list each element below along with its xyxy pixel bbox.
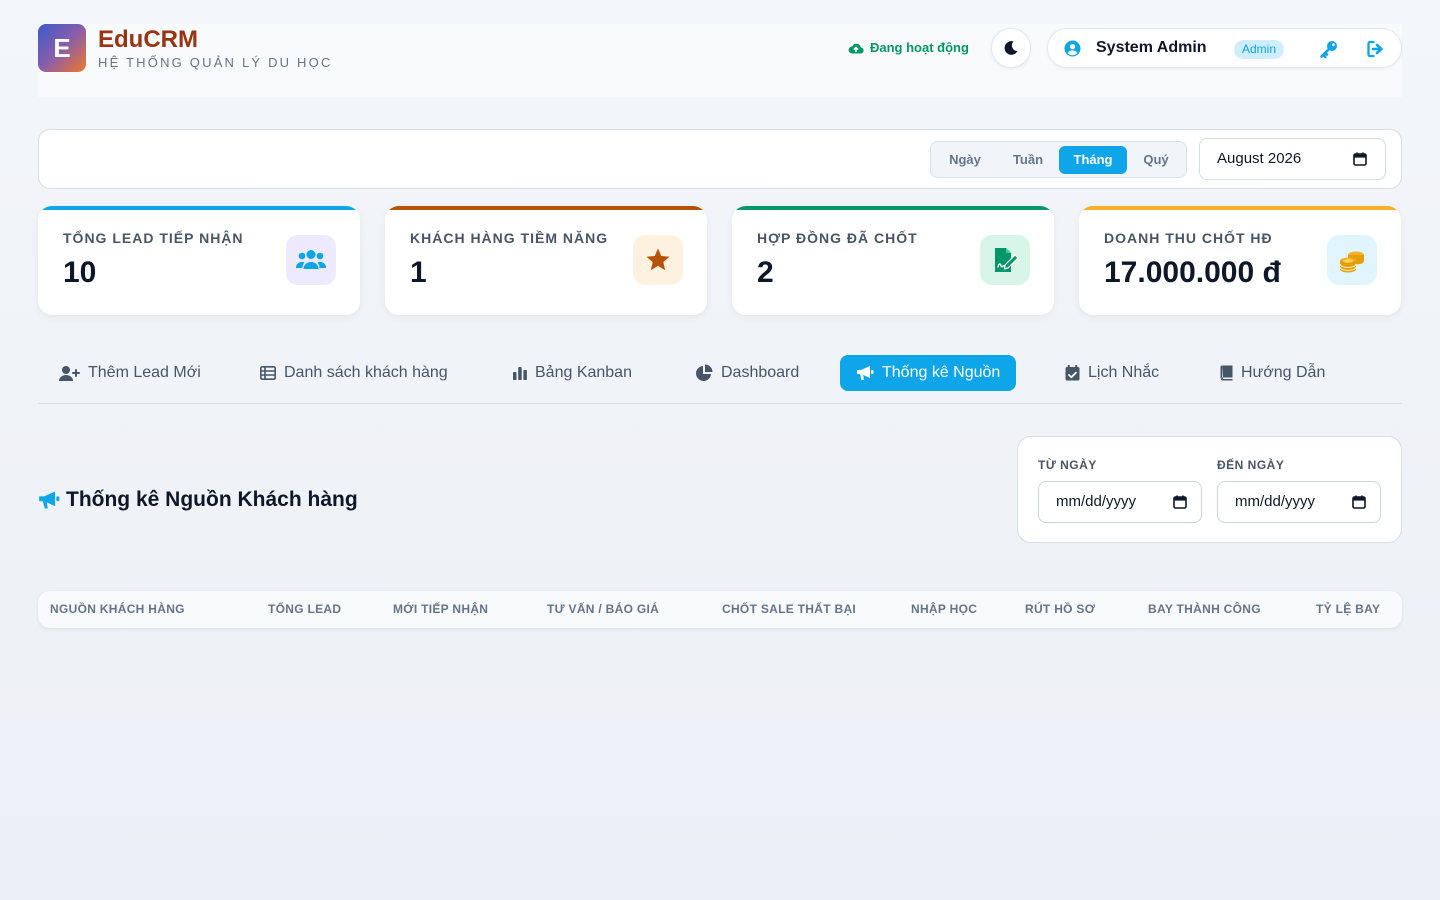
- stat-value: 2: [757, 256, 774, 289]
- filter-bar: Ngày Tuần Tháng Quý August 2026: [38, 129, 1402, 189]
- calendar-icon[interactable]: [1352, 495, 1366, 509]
- book-icon: [1220, 365, 1233, 381]
- tab-label: Thêm Lead Mới: [88, 364, 201, 381]
- tab-label: Danh sách khách hàng: [284, 364, 448, 381]
- card-accent-bar: [732, 206, 1054, 210]
- calendar-check-icon: [1065, 365, 1080, 381]
- change-password-button[interactable]: [1319, 39, 1339, 64]
- from-date-placeholder: mm/dd/yyyy: [1056, 493, 1137, 510]
- moon-icon: [1004, 41, 1018, 55]
- card-accent-bar: [1079, 206, 1401, 210]
- brand-name: EduCRM: [98, 26, 198, 53]
- megaphone-icon: [857, 366, 874, 380]
- tab-kanban[interactable]: Bảng Kanban: [497, 355, 648, 391]
- stat-label: TỔNG LEAD TIẾP NHẬN: [63, 230, 244, 246]
- logo-letter: E: [53, 32, 71, 63]
- stat-card-total-leads: TỔNG LEAD TIẾP NHẬN 10: [38, 206, 360, 315]
- date-range-filter: TỪ NGÀY ĐẾN NGÀY mm/dd/yyyy mm/dd/yyyy: [1017, 436, 1402, 543]
- coins-icon: [1327, 235, 1377, 285]
- stat-value: 10: [63, 256, 97, 289]
- logout-icon: [1367, 40, 1383, 58]
- table-list-icon: [260, 366, 276, 380]
- to-date-input[interactable]: mm/dd/yyyy: [1217, 481, 1381, 523]
- period-day-button[interactable]: Ngày: [941, 146, 989, 174]
- bar-chart-icon: [513, 367, 527, 380]
- tab-label: Bảng Kanban: [535, 364, 632, 381]
- section-title-text: Thống kê Nguồn Khách hàng: [66, 488, 358, 511]
- tab-add-lead[interactable]: Thêm Lead Mới: [43, 355, 217, 391]
- stat-label: DOANH THU CHỐT HĐ: [1104, 230, 1273, 246]
- period-quarter-button[interactable]: Quý: [1131, 146, 1181, 174]
- tab-label: Dashboard: [721, 364, 800, 381]
- to-date-label: ĐẾN NGÀY: [1217, 458, 1285, 472]
- key-icon: [1320, 41, 1337, 59]
- user-menu[interactable]: System Admin Admin: [1047, 28, 1402, 68]
- period-selector: Ngày Tuần Tháng Quý: [930, 141, 1187, 178]
- tab-source-stats[interactable]: Thống kê Nguồn: [840, 355, 1017, 391]
- stat-value: 17.000.000 đ: [1104, 256, 1281, 289]
- column-header[interactable]: TỶ LỆ BAY: [1316, 602, 1380, 616]
- month-picker[interactable]: August 2026: [1199, 138, 1386, 180]
- tab-dashboard[interactable]: Dashboard: [679, 355, 815, 391]
- stat-card-revenue: DOANH THU CHỐT HĐ 17.000.000 đ: [1079, 206, 1401, 315]
- period-month-button[interactable]: Tháng: [1059, 146, 1127, 174]
- tab-label: Lịch Nhắc: [1088, 364, 1160, 381]
- column-header[interactable]: NHẬP HỌC: [911, 602, 977, 616]
- user-name: System Admin: [1096, 39, 1207, 56]
- signed-contract-icon: [980, 235, 1030, 285]
- user-plus-icon: [59, 365, 80, 381]
- stat-card-closed-contracts: HỢP ĐỒNG ĐÃ CHỐT 2: [732, 206, 1054, 315]
- tab-guide[interactable]: Hướng Dẫn: [1204, 355, 1341, 391]
- connection-status: Đang hoạt động: [848, 40, 969, 55]
- column-header[interactable]: MỚI TIẾP NHẬN: [393, 602, 488, 616]
- app-header: E EduCRM HỆ THỐNG QUẢN LÝ DU HỌC Đang ho…: [38, 24, 1402, 97]
- calendar-icon[interactable]: [1173, 495, 1187, 509]
- tab-reminders[interactable]: Lịch Nhắc: [1049, 355, 1175, 391]
- source-stats-table: NGUỒN KHÁCH HÀNG TỔNG LEAD MỚI TIẾP NHẬN…: [38, 591, 1402, 628]
- stat-label: KHÁCH HÀNG TIỀM NĂNG: [410, 230, 609, 246]
- column-header[interactable]: BAY THÀNH CÔNG: [1148, 602, 1261, 616]
- app-logo: E: [38, 24, 86, 72]
- stat-value: 1: [410, 256, 427, 289]
- column-header[interactable]: TƯ VẤN / BÁO GIÁ: [547, 602, 659, 616]
- users-icon: [286, 235, 336, 285]
- tab-label: Thống kê Nguồn: [882, 364, 1001, 381]
- status-text: Đang hoạt động: [870, 40, 969, 55]
- brand-subtitle: HỆ THỐNG QUẢN LÝ DU HỌC: [98, 55, 333, 70]
- role-badge: Admin: [1234, 40, 1285, 59]
- tab-customer-list[interactable]: Danh sách khách hàng: [244, 355, 464, 391]
- calendar-icon[interactable]: [1353, 152, 1367, 166]
- megaphone-icon: [39, 491, 60, 509]
- card-accent-bar: [38, 206, 360, 210]
- pie-chart-icon: [696, 364, 713, 381]
- column-header[interactable]: CHỐT SALE THẤT BẠI: [722, 602, 856, 616]
- stat-card-potential-customers: KHÁCH HÀNG TIỀM NĂNG 1: [385, 206, 707, 315]
- user-circle-icon: [1064, 40, 1081, 57]
- card-accent-bar: [385, 206, 707, 210]
- section-title: Thống kê Nguồn Khách hàng: [38, 488, 358, 512]
- column-header[interactable]: TỔNG LEAD: [268, 602, 341, 616]
- column-header[interactable]: RÚT HỒ SƠ: [1025, 602, 1095, 616]
- theme-toggle-button[interactable]: [991, 28, 1031, 68]
- logout-button[interactable]: [1366, 39, 1386, 64]
- stat-label: HỢP ĐỒNG ĐÃ CHỐT: [757, 230, 918, 246]
- month-picker-value: August 2026: [1217, 150, 1302, 167]
- column-header[interactable]: NGUỒN KHÁCH HÀNG: [50, 602, 185, 616]
- star-icon: [633, 235, 683, 285]
- period-week-button[interactable]: Tuần: [1001, 146, 1055, 174]
- to-date-placeholder: mm/dd/yyyy: [1235, 493, 1316, 510]
- tab-label: Hướng Dẫn: [1241, 364, 1326, 381]
- from-date-label: TỪ NGÀY: [1038, 458, 1097, 472]
- cloud-upload-icon: [848, 43, 864, 54]
- from-date-input[interactable]: mm/dd/yyyy: [1038, 481, 1202, 523]
- main-tabs: Thêm Lead Mới Danh sách khách hàng Bảng …: [38, 353, 1402, 404]
